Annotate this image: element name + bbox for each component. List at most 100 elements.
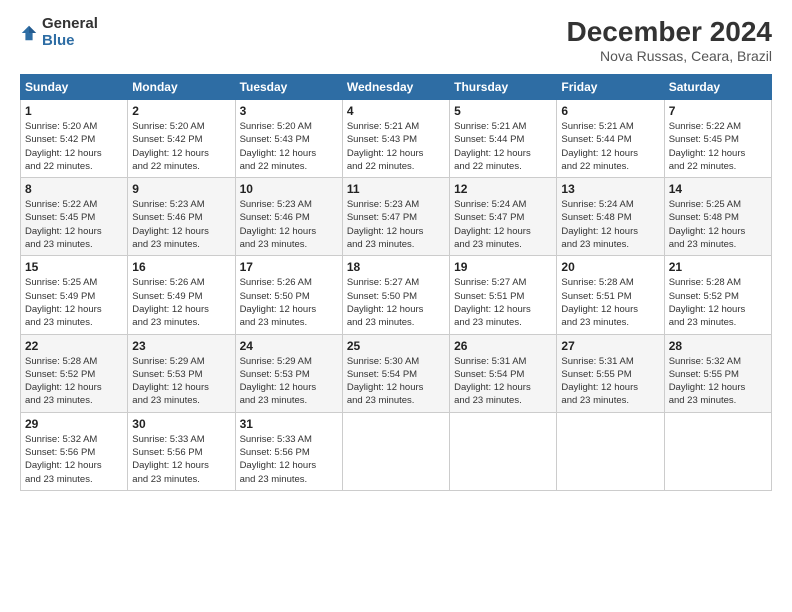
day-number: 29 [25, 417, 123, 431]
sunset-label: Sunset: 5:49 PM [25, 291, 95, 302]
sunset-label: Sunset: 5:47 PM [454, 212, 524, 223]
sunset-label: Sunset: 5:46 PM [132, 212, 202, 223]
table-cell: 16 Sunrise: 5:26 AM Sunset: 5:49 PM Dayl… [128, 256, 235, 334]
table-cell: 31 Sunrise: 5:33 AM Sunset: 5:56 PM Dayl… [235, 412, 342, 490]
day-detail: Sunrise: 5:25 AM Sunset: 5:48 PM Dayligh… [669, 198, 767, 251]
day-detail: Sunrise: 5:22 AM Sunset: 5:45 PM Dayligh… [669, 120, 767, 173]
daylight-minutes: and 22 minutes. [25, 161, 93, 172]
day-number: 6 [561, 104, 659, 118]
sunset-label: Sunset: 5:54 PM [347, 369, 417, 380]
calendar-title: December 2024 [567, 16, 772, 48]
daylight-minutes: and 23 minutes. [132, 317, 200, 328]
day-detail: Sunrise: 5:20 AM Sunset: 5:43 PM Dayligh… [240, 120, 338, 173]
logo-general-text: General [42, 16, 98, 33]
day-detail: Sunrise: 5:23 AM Sunset: 5:46 PM Dayligh… [240, 198, 338, 251]
table-cell: 17 Sunrise: 5:26 AM Sunset: 5:50 PM Dayl… [235, 256, 342, 334]
sunrise-label: Sunrise: 5:30 AM [347, 356, 419, 367]
sunrise-label: Sunrise: 5:25 AM [669, 199, 741, 210]
header-sunday: Sunday [21, 75, 128, 100]
sunrise-label: Sunrise: 5:32 AM [25, 434, 97, 445]
day-detail: Sunrise: 5:21 AM Sunset: 5:44 PM Dayligh… [454, 120, 552, 173]
day-detail: Sunrise: 5:21 AM Sunset: 5:43 PM Dayligh… [347, 120, 445, 173]
table-cell: 7 Sunrise: 5:22 AM Sunset: 5:45 PM Dayli… [664, 100, 771, 178]
daylight-minutes: and 23 minutes. [454, 239, 522, 250]
day-number: 26 [454, 339, 552, 353]
table-cell: 3 Sunrise: 5:20 AM Sunset: 5:43 PM Dayli… [235, 100, 342, 178]
sunrise-label: Sunrise: 5:28 AM [25, 356, 97, 367]
daylight-label: Daylight: 12 hours [25, 304, 102, 315]
daylight-minutes: and 23 minutes. [132, 395, 200, 406]
sunrise-label: Sunrise: 5:23 AM [240, 199, 312, 210]
daylight-minutes: and 23 minutes. [669, 317, 737, 328]
daylight-label: Daylight: 12 hours [25, 382, 102, 393]
day-number: 30 [132, 417, 230, 431]
sunset-label: Sunset: 5:56 PM [240, 447, 310, 458]
day-number: 21 [669, 260, 767, 274]
day-number: 19 [454, 260, 552, 274]
table-cell [664, 412, 771, 490]
sunset-label: Sunset: 5:44 PM [561, 134, 631, 145]
daylight-minutes: and 23 minutes. [132, 474, 200, 485]
sunset-label: Sunset: 5:52 PM [25, 369, 95, 380]
daylight-minutes: and 23 minutes. [561, 239, 629, 250]
sunset-label: Sunset: 5:51 PM [454, 291, 524, 302]
daylight-label: Daylight: 12 hours [454, 304, 531, 315]
day-detail: Sunrise: 5:31 AM Sunset: 5:55 PM Dayligh… [561, 355, 659, 408]
day-detail: Sunrise: 5:28 AM Sunset: 5:52 PM Dayligh… [25, 355, 123, 408]
day-detail: Sunrise: 5:26 AM Sunset: 5:50 PM Dayligh… [240, 276, 338, 329]
calendar-table: Sunday Monday Tuesday Wednesday Thursday… [20, 74, 772, 491]
day-detail: Sunrise: 5:29 AM Sunset: 5:53 PM Dayligh… [132, 355, 230, 408]
header-monday: Monday [128, 75, 235, 100]
daylight-minutes: and 23 minutes. [454, 395, 522, 406]
day-number: 11 [347, 182, 445, 196]
sunrise-label: Sunrise: 5:31 AM [561, 356, 633, 367]
day-detail: Sunrise: 5:27 AM Sunset: 5:50 PM Dayligh… [347, 276, 445, 329]
sunset-label: Sunset: 5:52 PM [669, 291, 739, 302]
sunset-label: Sunset: 5:50 PM [347, 291, 417, 302]
daylight-label: Daylight: 12 hours [669, 226, 746, 237]
table-cell: 8 Sunrise: 5:22 AM Sunset: 5:45 PM Dayli… [21, 178, 128, 256]
sunset-label: Sunset: 5:53 PM [132, 369, 202, 380]
day-number: 8 [25, 182, 123, 196]
day-number: 25 [347, 339, 445, 353]
day-number: 14 [669, 182, 767, 196]
sunset-label: Sunset: 5:46 PM [240, 212, 310, 223]
daylight-minutes: and 22 minutes. [132, 161, 200, 172]
sunset-label: Sunset: 5:45 PM [669, 134, 739, 145]
daylight-minutes: and 22 minutes. [669, 161, 737, 172]
daylight-minutes: and 23 minutes. [25, 395, 93, 406]
day-number: 20 [561, 260, 659, 274]
table-cell: 24 Sunrise: 5:29 AM Sunset: 5:53 PM Dayl… [235, 334, 342, 412]
daylight-label: Daylight: 12 hours [561, 226, 638, 237]
table-cell: 25 Sunrise: 5:30 AM Sunset: 5:54 PM Dayl… [342, 334, 449, 412]
daylight-label: Daylight: 12 hours [669, 382, 746, 393]
daylight-label: Daylight: 12 hours [132, 460, 209, 471]
daylight-minutes: and 23 minutes. [25, 474, 93, 485]
sunset-label: Sunset: 5:43 PM [240, 134, 310, 145]
daylight-label: Daylight: 12 hours [347, 382, 424, 393]
sunrise-label: Sunrise: 5:31 AM [454, 356, 526, 367]
daylight-label: Daylight: 12 hours [454, 382, 531, 393]
day-detail: Sunrise: 5:31 AM Sunset: 5:54 PM Dayligh… [454, 355, 552, 408]
day-number: 12 [454, 182, 552, 196]
sunrise-label: Sunrise: 5:21 AM [561, 121, 633, 132]
day-detail: Sunrise: 5:24 AM Sunset: 5:48 PM Dayligh… [561, 198, 659, 251]
daylight-label: Daylight: 12 hours [240, 304, 317, 315]
sunrise-label: Sunrise: 5:21 AM [347, 121, 419, 132]
daylight-minutes: and 23 minutes. [347, 395, 415, 406]
daylight-label: Daylight: 12 hours [132, 148, 209, 159]
daylight-label: Daylight: 12 hours [240, 460, 317, 471]
sunset-label: Sunset: 5:48 PM [561, 212, 631, 223]
header-tuesday: Tuesday [235, 75, 342, 100]
daylight-label: Daylight: 12 hours [25, 460, 102, 471]
day-number: 15 [25, 260, 123, 274]
daylight-minutes: and 23 minutes. [240, 395, 308, 406]
sunset-label: Sunset: 5:48 PM [669, 212, 739, 223]
day-number: 28 [669, 339, 767, 353]
table-cell: 22 Sunrise: 5:28 AM Sunset: 5:52 PM Dayl… [21, 334, 128, 412]
sunrise-label: Sunrise: 5:20 AM [132, 121, 204, 132]
daylight-label: Daylight: 12 hours [561, 148, 638, 159]
sunrise-label: Sunrise: 5:29 AM [240, 356, 312, 367]
day-number: 24 [240, 339, 338, 353]
logo-blue-text: Blue [42, 33, 98, 50]
